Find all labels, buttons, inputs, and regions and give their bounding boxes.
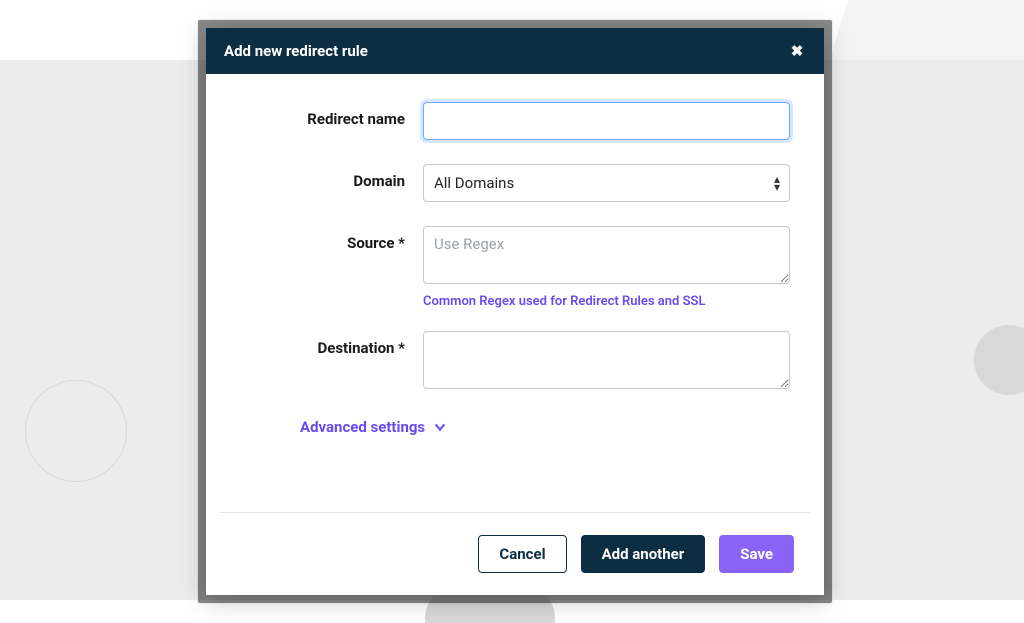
background-circle — [25, 380, 127, 482]
modal-body: Redirect name Domain All Domains ▴▾ Sour… — [206, 74, 824, 494]
redirect-name-input[interactable] — [423, 102, 790, 140]
modal-header: Add new redirect rule ✖ — [206, 28, 824, 74]
label-domain: Domain — [240, 164, 423, 190]
field-row-destination: Destination * — [240, 331, 790, 393]
chevron-down-icon — [433, 420, 447, 434]
label-redirect-name: Redirect name — [240, 102, 423, 128]
source-input[interactable] — [423, 226, 790, 284]
modal-title: Add new redirect rule — [224, 42, 368, 60]
close-icon[interactable]: ✖ — [788, 42, 806, 60]
destination-input[interactable] — [423, 331, 790, 389]
advanced-settings-row: Advanced settings — [300, 417, 790, 436]
regex-help-link[interactable]: Common Regex used for Redirect Rules and… — [423, 294, 705, 309]
domain-select[interactable]: All Domains — [423, 164, 790, 202]
add-redirect-modal: Add new redirect rule ✖ Redirect name Do… — [206, 28, 824, 595]
modal-backdrop: Add new redirect rule ✖ Redirect name Do… — [198, 20, 832, 603]
modal-footer: Cancel Add another Save — [220, 512, 810, 595]
cancel-button[interactable]: Cancel — [478, 535, 566, 573]
save-button[interactable]: Save — [719, 535, 794, 573]
field-row-domain: Domain All Domains ▴▾ — [240, 164, 790, 202]
field-row-redirect-name: Redirect name — [240, 102, 790, 140]
label-destination: Destination * — [240, 331, 423, 357]
add-another-button[interactable]: Add another — [581, 535, 706, 573]
field-row-source: Source * Common Regex used for Redirect … — [240, 226, 790, 309]
label-source: Source * — [240, 226, 423, 252]
advanced-settings-label: Advanced settings — [300, 418, 425, 436]
advanced-settings-toggle[interactable]: Advanced settings — [300, 418, 447, 436]
